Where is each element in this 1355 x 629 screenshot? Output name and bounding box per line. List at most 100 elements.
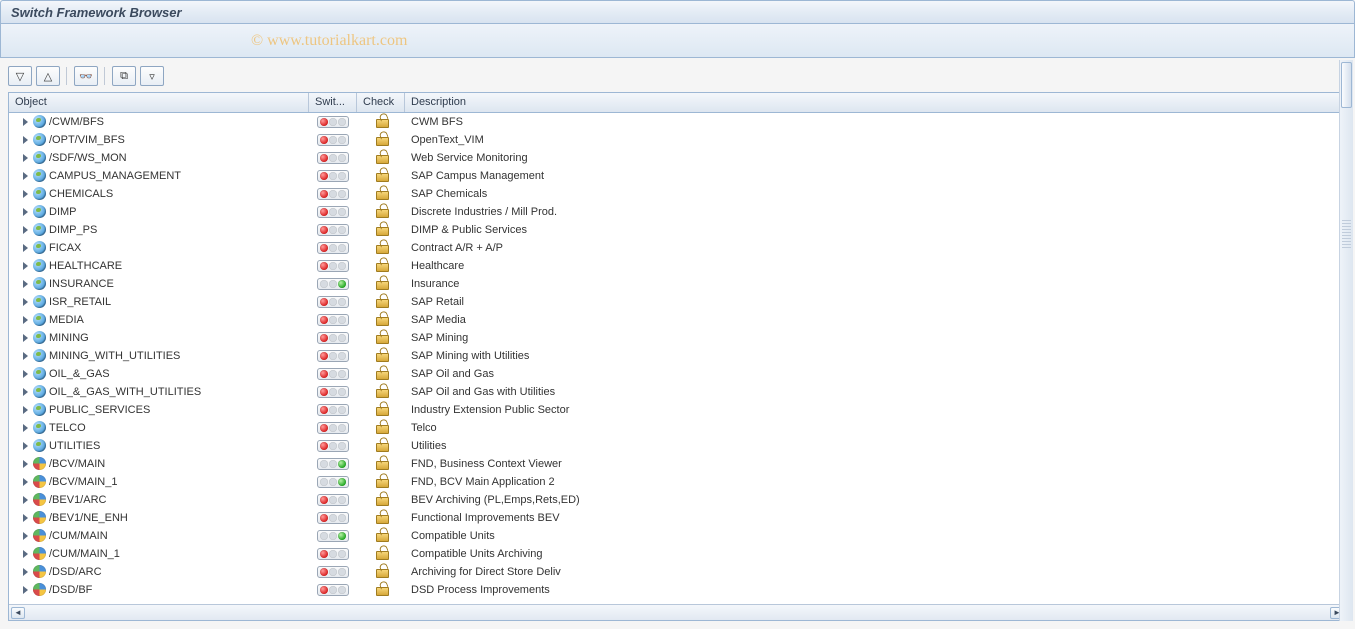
- table-row[interactable]: UTILITIESUtilities: [9, 437, 1346, 455]
- cell-check[interactable]: [357, 365, 405, 383]
- table-row[interactable]: PUBLIC_SERVICESIndustry Extension Public…: [9, 401, 1346, 419]
- expand-arrow-icon[interactable]: [23, 478, 28, 486]
- table-row[interactable]: OIL_&_GAS_WITH_UTILITIESSAP Oil and Gas …: [9, 383, 1346, 401]
- cell-check[interactable]: [357, 581, 405, 599]
- expand-arrow-icon[interactable]: [23, 388, 28, 396]
- grid-body[interactable]: /CWM/BFSCWM BFS/OPT/VIM_BFSOpenText_VIM/…: [9, 113, 1346, 602]
- expand-arrow-icon[interactable]: [23, 460, 28, 468]
- table-row[interactable]: /BEV1/NE_ENHFunctional Improvements BEV: [9, 509, 1346, 527]
- expand-all-button[interactable]: ▽: [8, 66, 32, 86]
- expand-arrow-icon[interactable]: [23, 226, 28, 234]
- cell-check[interactable]: [357, 509, 405, 527]
- col-header-description[interactable]: Description: [405, 93, 1346, 112]
- expand-arrow-icon[interactable]: [23, 316, 28, 324]
- expand-arrow-icon[interactable]: [23, 352, 28, 360]
- table-row[interactable]: /SDF/WS_MONWeb Service Monitoring: [9, 149, 1346, 167]
- cell-object[interactable]: /BCV/MAIN: [9, 455, 309, 473]
- collapse-all-button[interactable]: △: [36, 66, 60, 86]
- table-row[interactable]: /CWM/BFSCWM BFS: [9, 113, 1346, 131]
- cell-object[interactable]: CHEMICALS: [9, 185, 309, 203]
- cell-object[interactable]: INSURANCE: [9, 275, 309, 293]
- cell-object[interactable]: /DSD/ARC: [9, 563, 309, 581]
- scroll-thumb[interactable]: [1341, 62, 1352, 108]
- expand-arrow-icon[interactable]: [23, 280, 28, 288]
- table-row[interactable]: DIMPDiscrete Industries / Mill Prod.: [9, 203, 1346, 221]
- cell-object[interactable]: MINING_WITH_UTILITIES: [9, 347, 309, 365]
- cell-object[interactable]: /CUM/MAIN: [9, 527, 309, 545]
- table-row[interactable]: OIL_&_GASSAP Oil and Gas: [9, 365, 1346, 383]
- cell-object[interactable]: /CUM/MAIN_1: [9, 545, 309, 563]
- filter-button[interactable]: ▿: [140, 66, 164, 86]
- cell-check[interactable]: [357, 473, 405, 491]
- cell-check[interactable]: [357, 257, 405, 275]
- expand-arrow-icon[interactable]: [23, 190, 28, 198]
- layout-button[interactable]: ⧉: [112, 66, 136, 86]
- cell-object[interactable]: DIMP_PS: [9, 221, 309, 239]
- cell-check[interactable]: [357, 491, 405, 509]
- table-row[interactable]: /DSD/BFDSD Process Improvements: [9, 581, 1346, 599]
- expand-arrow-icon[interactable]: [23, 298, 28, 306]
- cell-check[interactable]: [357, 455, 405, 473]
- table-row[interactable]: /CUM/MAINCompatible Units: [9, 527, 1346, 545]
- vertical-scrollbar[interactable]: [1339, 60, 1353, 621]
- cell-check[interactable]: [357, 239, 405, 257]
- col-header-switch[interactable]: Swit...: [309, 93, 357, 112]
- cell-object[interactable]: /BEV1/NE_ENH: [9, 509, 309, 527]
- cell-object[interactable]: CAMPUS_MANAGEMENT: [9, 167, 309, 185]
- table-row[interactable]: MININGSAP Mining: [9, 329, 1346, 347]
- expand-arrow-icon[interactable]: [23, 262, 28, 270]
- expand-arrow-icon[interactable]: [23, 532, 28, 540]
- scroll-left-button[interactable]: ◄: [11, 607, 25, 619]
- table-row[interactable]: DIMP_PSDIMP & Public Services: [9, 221, 1346, 239]
- table-row[interactable]: /BCV/MAIN_1FND, BCV Main Application 2: [9, 473, 1346, 491]
- table-row[interactable]: TELCOTelco: [9, 419, 1346, 437]
- expand-arrow-icon[interactable]: [23, 154, 28, 162]
- cell-check[interactable]: [357, 311, 405, 329]
- horizontal-scrollbar[interactable]: ◄ ►: [9, 604, 1346, 620]
- cell-check[interactable]: [357, 329, 405, 347]
- cell-check[interactable]: [357, 383, 405, 401]
- cell-object[interactable]: MINING: [9, 329, 309, 347]
- expand-arrow-icon[interactable]: [23, 334, 28, 342]
- expand-arrow-icon[interactable]: [23, 550, 28, 558]
- cell-object[interactable]: /DSD/BF: [9, 581, 309, 599]
- find-button[interactable]: 👓: [74, 66, 98, 86]
- cell-check[interactable]: [357, 149, 405, 167]
- cell-check[interactable]: [357, 545, 405, 563]
- table-row[interactable]: ISR_RETAILSAP Retail: [9, 293, 1346, 311]
- expand-arrow-icon[interactable]: [23, 118, 28, 126]
- expand-arrow-icon[interactable]: [23, 496, 28, 504]
- expand-arrow-icon[interactable]: [23, 370, 28, 378]
- cell-object[interactable]: TELCO: [9, 419, 309, 437]
- cell-object[interactable]: /OPT/VIM_BFS: [9, 131, 309, 149]
- cell-object[interactable]: /BCV/MAIN_1: [9, 473, 309, 491]
- cell-check[interactable]: [357, 131, 405, 149]
- cell-object[interactable]: OIL_&_GAS_WITH_UTILITIES: [9, 383, 309, 401]
- cell-check[interactable]: [357, 401, 405, 419]
- cell-check[interactable]: [357, 221, 405, 239]
- table-row[interactable]: CAMPUS_MANAGEMENTSAP Campus Management: [9, 167, 1346, 185]
- cell-check[interactable]: [357, 185, 405, 203]
- table-row[interactable]: INSURANCEInsurance: [9, 275, 1346, 293]
- table-row[interactable]: /BCV/MAINFND, Business Context Viewer: [9, 455, 1346, 473]
- table-row[interactable]: /DSD/ARCArchiving for Direct Store Deliv: [9, 563, 1346, 581]
- cell-check[interactable]: [357, 293, 405, 311]
- table-row[interactable]: /CUM/MAIN_1Compatible Units Archiving: [9, 545, 1346, 563]
- expand-arrow-icon[interactable]: [23, 208, 28, 216]
- expand-arrow-icon[interactable]: [23, 172, 28, 180]
- expand-arrow-icon[interactable]: [23, 424, 28, 432]
- table-row[interactable]: MINING_WITH_UTILITIESSAP Mining with Uti…: [9, 347, 1346, 365]
- expand-arrow-icon[interactable]: [23, 406, 28, 414]
- cell-object[interactable]: UTILITIES: [9, 437, 309, 455]
- cell-object[interactable]: /SDF/WS_MON: [9, 149, 309, 167]
- expand-arrow-icon[interactable]: [23, 442, 28, 450]
- table-row[interactable]: /OPT/VIM_BFSOpenText_VIM: [9, 131, 1346, 149]
- cell-object[interactable]: HEALTHCARE: [9, 257, 309, 275]
- cell-check[interactable]: [357, 167, 405, 185]
- col-header-object[interactable]: Object: [9, 93, 309, 112]
- cell-object[interactable]: FICAX: [9, 239, 309, 257]
- cell-check[interactable]: [357, 203, 405, 221]
- cell-check[interactable]: [357, 113, 405, 131]
- table-row[interactable]: /BEV1/ARCBEV Archiving (PL,Emps,Rets,ED): [9, 491, 1346, 509]
- cell-check[interactable]: [357, 275, 405, 293]
